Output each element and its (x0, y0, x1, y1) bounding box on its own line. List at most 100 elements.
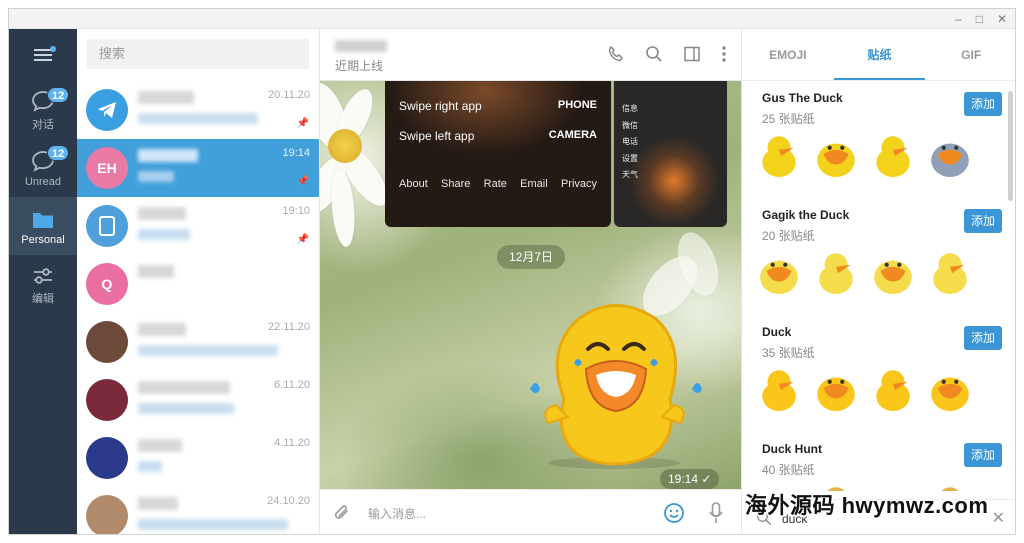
image-message-right[interactable]: 信息 微信 电话 设置 天气 (614, 81, 727, 227)
chat-row[interactable]: EH 19:14 📌 (77, 139, 319, 197)
sticker-thumbnail[interactable] (870, 131, 916, 177)
chat-row[interactable]: 6.11.20 (77, 371, 319, 429)
panel-scrollbar[interactable] (1008, 91, 1013, 201)
phone-icon[interactable] (607, 45, 625, 66)
document-icon (99, 216, 115, 236)
chat-name-blurred (138, 91, 194, 104)
sticker-thumbnail[interactable] (813, 248, 859, 294)
image-text: 微信 (622, 120, 638, 130)
chat-row[interactable]: 4.11.20 (77, 429, 319, 487)
pack-title: Gus The Duck (762, 91, 843, 105)
sticker-thumbnail[interactable] (756, 365, 802, 411)
chat-preview-blurred (138, 345, 278, 356)
chat-row[interactable]: 19:10 📌 (77, 197, 319, 255)
image-text: CAMERA (548, 129, 597, 141)
more-options-icon[interactable] (721, 45, 727, 66)
image-text: 信息 (622, 104, 638, 113)
unread-badge: 12 (47, 145, 70, 161)
watermark-text: 海外源码 hwymwz.com (745, 493, 989, 518)
chat-row[interactable]: 22.11.20 (77, 313, 319, 371)
pack-count: 20 张贴纸 (762, 229, 815, 243)
add-pack-button[interactable]: 添加 (964, 326, 1002, 350)
chat-preview-blurred (138, 403, 234, 414)
duck-sticker[interactable] (516, 291, 716, 471)
image-text: 电话 (622, 137, 638, 146)
folder-all-chats[interactable]: 12 对话 (9, 81, 77, 139)
chat-time: 22.11.20 (267, 321, 310, 333)
main-menu-button[interactable] (9, 29, 77, 81)
avatar (86, 379, 128, 421)
image-text: PHONE (557, 99, 597, 111)
peer-name-blurred (335, 40, 387, 52)
tab-stickers[interactable]: 贴纸 (833, 29, 926, 80)
avatar (86, 495, 128, 534)
add-pack-button[interactable]: 添加 (964, 443, 1002, 467)
sliders-icon (31, 262, 55, 286)
chat-row[interactable]: Q (77, 255, 319, 313)
folder-label: Unread (24, 176, 62, 188)
chat-row[interactable]: 24.10.20 (77, 487, 319, 534)
avatar: EH (86, 147, 128, 189)
tab-gif[interactable]: GIF (925, 29, 1015, 80)
add-pack-button[interactable]: 添加 (964, 209, 1002, 233)
chat-name-blurred (138, 149, 198, 162)
pack-sticker-row (756, 365, 973, 411)
attach-icon[interactable] (332, 502, 352, 527)
pin-icon: 📌 (296, 234, 309, 245)
image-text: Privacy (560, 178, 597, 190)
pack-count: 35 张贴纸 (762, 346, 815, 360)
peer-status: 近期上线 (335, 59, 384, 73)
sticker-panel: EMOJI 贴纸 GIF Gus The Duck 25 张贴纸 添加 Gagik t… (741, 29, 1015, 534)
image-message-left[interactable]: Swipe right app PHONE Swipe left app CAM… (385, 81, 611, 227)
minimize-button[interactable]: – (955, 12, 962, 26)
sidebar-toggle-icon[interactable] (683, 45, 701, 66)
chat-name-blurred (138, 381, 230, 394)
title-bar: – □ ✕ (9, 9, 1015, 29)
telegram-plane-icon (98, 102, 116, 118)
folder-personal[interactable]: Personal (9, 197, 77, 255)
tab-emoji[interactable]: EMOJI (742, 29, 834, 80)
pack-title: Duck Hunt (762, 442, 822, 456)
sticker-thumbnail[interactable] (756, 248, 802, 294)
folder-edit[interactable]: 编辑 (9, 255, 77, 313)
sticker-thumbnail[interactable] (927, 365, 973, 411)
sticker-thumbnail[interactable] (927, 248, 973, 294)
chat-list: 搜索 20.11.20 📌 EH 19:14 📌 19:10 📌 Q 22.11.20 6.11.… (77, 29, 320, 534)
image-text: Swipe right app (399, 99, 482, 113)
sticker-thumbnail[interactable] (756, 131, 802, 177)
sticker-thumbnail[interactable] (927, 131, 973, 177)
pack-count: 25 张贴纸 (762, 112, 815, 126)
sticker-thumbnail[interactable] (870, 248, 916, 294)
chat-row[interactable]: 20.11.20 📌 (77, 81, 319, 139)
close-window-button[interactable]: ✕ (997, 12, 1007, 26)
folder-icon (31, 206, 55, 230)
microphone-icon[interactable] (708, 501, 724, 528)
menu-notification-dot (50, 46, 56, 52)
sticker-thumbnail[interactable] (870, 365, 916, 411)
sticker-thumbnail[interactable] (813, 131, 859, 177)
image-text: 天气 (622, 170, 638, 179)
maximize-button[interactable]: □ (976, 12, 983, 26)
search-area: 搜索 (77, 29, 319, 81)
image-text: Email (520, 178, 548, 190)
add-pack-button[interactable]: 添加 (964, 92, 1002, 116)
emoji-icon[interactable] (663, 502, 685, 527)
sticker-pack: Gagik the Duck 20 张贴纸 添加 (742, 198, 1008, 315)
sticker-thumbnail[interactable] (813, 365, 859, 411)
sticker-pack-list: Gus The Duck 25 张贴纸 添加 Gagik the Duck 20 张贴纸… (742, 81, 1008, 491)
daisy-center (328, 129, 362, 163)
chat-time: 24.10.20 (267, 495, 310, 507)
message-input[interactable]: 输入消息... (368, 505, 426, 522)
chat-preview-blurred (138, 461, 162, 472)
conversation-header[interactable]: 近期上线 (320, 29, 741, 81)
clear-search-icon[interactable]: ✕ (992, 508, 1005, 528)
avatar: Q (86, 263, 128, 305)
search-icon[interactable] (645, 45, 663, 66)
folder-unread[interactable]: 12 Unread (9, 139, 77, 197)
chat-time: 6.11.20 (274, 379, 310, 391)
chat-preview-blurred (138, 113, 258, 124)
sticker-time: 19:14 (668, 472, 699, 486)
chat-time: 4.11.20 (274, 437, 310, 449)
search-input[interactable]: 搜索 (87, 39, 309, 69)
image-text: Share (441, 178, 471, 190)
